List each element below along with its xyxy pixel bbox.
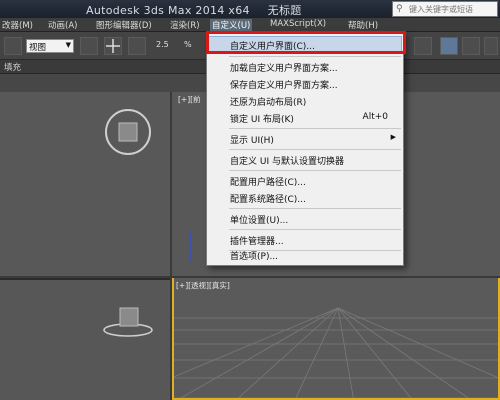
viewcube-icon <box>118 122 138 142</box>
menu-separator <box>229 229 401 230</box>
menu-separator <box>229 208 401 209</box>
shortcut-label: Alt+0 <box>362 112 388 122</box>
chevron-right-icon: ▶ <box>390 133 396 141</box>
document-title: 无标题 <box>267 4 302 17</box>
menu-rendering[interactable]: 渲染(R) <box>168 19 202 32</box>
move-icon[interactable] <box>104 37 122 55</box>
menu-item-label: 插件管理器... <box>230 237 284 247</box>
customize-dropdown-menu: 自定义用户界面(C)... 加载自定义用户界面方案... 保存自定义用户界面方案… <box>206 32 404 266</box>
chevron-down-icon: ▼ <box>65 41 71 49</box>
viewport-perspective-label[interactable]: [+][透视][真实] <box>176 280 230 291</box>
ribbon-fill-label[interactable]: 填充 <box>4 61 21 73</box>
window-title: Autodesk 3ds Max 2014 x64 无标题 <box>86 2 302 18</box>
menu-item-units-setup[interactable]: 单位设置(U)... <box>208 211 402 227</box>
viewport-left[interactable] <box>0 280 170 400</box>
menu-item-label: 首选项(P)... <box>230 252 279 262</box>
viewport-divider-vertical[interactable] <box>170 92 172 400</box>
menu-item-label: 配置系统路径(C)... <box>230 195 306 205</box>
percent-snap-label[interactable]: % <box>184 40 192 49</box>
menu-item-ui-defaults-switcher[interactable]: 自定义 UI 与默认设置切换器 <box>208 152 402 168</box>
pivot-button[interactable] <box>80 37 98 55</box>
angle-snap-label[interactable]: 2.5 <box>156 40 169 49</box>
select-tool-button[interactable] <box>4 37 22 55</box>
menu-bar: 改器(M) 动画(A) 图形编辑器(D) 渲染(R) 自定义(U) MAXScr… <box>0 18 500 32</box>
menu-item-save-ui-scheme[interactable]: 保存自定义用户界面方案... <box>208 76 402 92</box>
toolbar-overflow-button[interactable] <box>484 37 498 55</box>
menu-item-label: 显示 UI(H) <box>230 136 274 146</box>
perspective-grid <box>174 307 498 398</box>
menu-item-label: 单位设置(U)... <box>230 216 289 226</box>
snap-button[interactable] <box>128 37 146 55</box>
menu-separator <box>229 128 401 129</box>
search-input[interactable]: ⚲ 键入关键字或短语 <box>392 1 498 17</box>
menu-item-preferences[interactable]: 首选项(P)... <box>208 247 402 263</box>
viewport-divider-horizontal[interactable] <box>0 276 500 278</box>
annotation-highlight-box <box>206 31 406 54</box>
viewport-perspective[interactable]: [+][透视][真实] <box>172 276 500 400</box>
menu-graph-editors[interactable]: 图形编辑器(D) <box>94 19 154 32</box>
layer-button[interactable] <box>414 37 432 55</box>
viewport-top-label[interactable]: [+][前 <box>178 94 201 105</box>
menu-item-revert-startup-layout[interactable]: 还原为启动布局(R) <box>208 93 402 109</box>
app-title-text: Autodesk 3ds Max 2014 x64 <box>86 4 250 17</box>
graphite-button[interactable] <box>440 37 458 55</box>
menu-item-plugin-manager[interactable]: 插件管理器... <box>208 232 402 248</box>
menu-item-label: 加载自定义用户界面方案... <box>230 64 338 74</box>
menu-item-label: 锁定 UI 布局(K) <box>230 115 294 125</box>
menu-separator <box>229 170 401 171</box>
menu-separator <box>229 56 401 57</box>
menu-item-show-ui[interactable]: 显示 UI(H) ▶ <box>208 131 402 147</box>
menu-item-load-ui-scheme[interactable]: 加载自定义用户界面方案... <box>208 59 402 75</box>
viewport-left-scene <box>103 307 153 337</box>
menu-item-label: 配置用户路径(C)... <box>230 178 306 188</box>
search-icon: ⚲ <box>396 4 403 14</box>
menu-item-label: 保存自定义用户界面方案... <box>230 81 338 91</box>
menu-item-lock-ui-layout[interactable]: 锁定 UI 布局(K) Alt+0 <box>208 110 402 126</box>
viewcube-icon <box>119 307 139 327</box>
menu-animation[interactable]: 动画(A) <box>46 19 79 32</box>
title-bar: Autodesk 3ds Max 2014 x64 无标题 ⚲ 键入关键字或短语 <box>0 0 500 18</box>
menu-item-label: 还原为启动布局(R) <box>230 98 307 108</box>
menu-separator <box>229 149 401 150</box>
view-select-value: 视图 <box>29 43 47 53</box>
menu-item-label: 自定义 UI 与默认设置切换器 <box>230 157 344 167</box>
reference-coordinate-select[interactable]: 视图 ▼ <box>26 39 74 53</box>
menu-item-configure-system-paths[interactable]: 配置系统路径(C)... <box>208 190 402 206</box>
scene-explorer-button[interactable] <box>462 37 480 55</box>
search-placeholder: 键入关键字或短语 <box>409 5 473 14</box>
menu-item-configure-user-paths[interactable]: 配置用户路径(C)... <box>208 173 402 189</box>
menu-modifiers[interactable]: 改器(M) <box>0 19 35 32</box>
